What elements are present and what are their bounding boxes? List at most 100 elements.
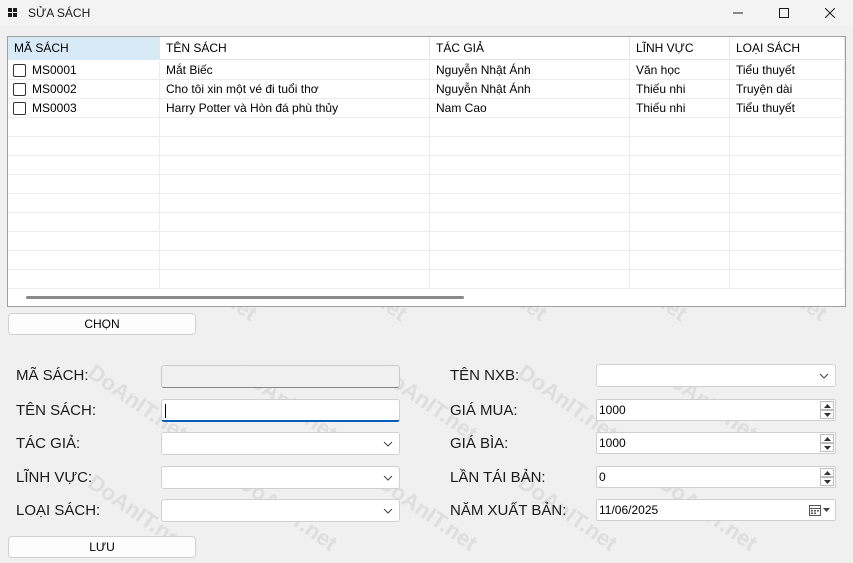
cell-loai-sach[interactable] [730,232,845,251]
close-button[interactable] [807,0,853,26]
cell-tac-gia[interactable] [430,194,630,213]
column-header-ten-sach[interactable]: TÊN SÁCH [160,37,430,60]
cell-tac-gia[interactable] [430,118,630,137]
cell-linh-vuc[interactable] [630,232,730,251]
scrollbar-thumb[interactable] [26,296,464,299]
ten-sach-field[interactable] [161,399,400,422]
table-row[interactable] [8,194,845,213]
table-row[interactable] [8,270,845,289]
cell-ma-sach[interactable]: MS0001 [8,61,160,80]
horizontal-scrollbar[interactable] [8,289,845,306]
cell-linh-vuc[interactable]: Văn học [630,61,730,80]
cell-ma-sach[interactable]: MS0002 [8,80,160,99]
save-button[interactable]: LƯU [8,536,196,558]
select-button[interactable]: CHỌN [8,313,196,335]
row-checkbox[interactable] [13,102,26,115]
table-row[interactable] [8,156,845,175]
column-header-ma-sach[interactable]: MÃ SÁCH [8,37,160,60]
table-row[interactable] [8,251,845,270]
cell-tac-gia[interactable] [430,270,630,289]
cell-ten-sach[interactable] [160,213,430,232]
table-row[interactable] [8,118,845,137]
cell-linh-vuc[interactable]: Thiếu nhi [630,80,730,99]
cell-tac-gia[interactable] [430,232,630,251]
cell-ten-sach[interactable] [160,194,430,213]
spin-down-button[interactable] [820,477,834,486]
spin-up-button[interactable] [820,468,834,477]
table-row[interactable] [8,232,845,251]
cell-ten-sach[interactable]: Harry Potter và Hòn đá phù thủy [160,99,430,118]
books-grid[interactable]: MÃ SÁCH TÊN SÁCH TÁC GIẢ LĨNH VỰC LOẠI S… [7,36,846,307]
cell-ma-sach[interactable] [8,213,160,232]
cell-linh-vuc[interactable] [630,118,730,137]
cell-linh-vuc[interactable] [630,156,730,175]
cell-loai-sach[interactable] [730,270,845,289]
cell-linh-vuc[interactable] [630,137,730,156]
spin-down-button[interactable] [820,410,834,419]
cell-loai-sach[interactable] [730,175,845,194]
cell-ma-sach[interactable] [8,270,160,289]
cell-loai-sach[interactable]: Tiểu thuyết [730,99,845,118]
cell-tac-gia[interactable] [430,251,630,270]
table-row[interactable]: MS0003 Harry Potter và Hòn đá phù thủy Nam… [8,99,845,118]
tac-gia-combobox[interactable] [161,432,400,455]
column-header-tac-gia[interactable]: TÁC GIẢ [430,37,630,60]
cell-linh-vuc[interactable] [630,251,730,270]
loai-sach-combobox[interactable] [161,499,400,522]
cell-ten-sach[interactable] [160,175,430,194]
column-header-linh-vuc[interactable]: LĨNH VỰC [630,37,730,60]
cell-ten-sach[interactable] [160,137,430,156]
table-row[interactable] [8,137,845,156]
column-header-loai-sach[interactable]: LOẠI SÁCH [730,37,845,60]
cell-tac-gia[interactable]: Nguyễn Nhật Ánh [430,61,630,80]
row-checkbox[interactable] [13,64,26,77]
cell-ten-sach[interactable] [160,156,430,175]
cell-ma-sach[interactable] [8,194,160,213]
nam-xuat-ban-datepicker[interactable]: 11/06/2025 [596,499,836,521]
spin-down-button[interactable] [820,443,834,452]
cell-ten-sach[interactable] [160,270,430,289]
cell-loai-sach[interactable] [730,137,845,156]
cell-ten-sach[interactable] [160,251,430,270]
cell-ma-sach[interactable]: MS0003 [8,99,160,118]
cell-linh-vuc[interactable] [630,213,730,232]
cell-loai-sach[interactable] [730,213,845,232]
table-row[interactable] [8,175,845,194]
gia-mua-numeric[interactable]: 1000 [596,399,836,421]
cell-ma-sach[interactable] [8,232,160,251]
gia-bia-spinner[interactable] [820,434,834,452]
cell-linh-vuc[interactable] [630,175,730,194]
spin-up-button[interactable] [820,434,834,443]
cell-ma-sach[interactable] [8,156,160,175]
table-row[interactable]: MS0001 Mắt Biếc Nguyễn Nhật Ánh Văn học Tiểu… [8,61,845,80]
cell-ten-sach[interactable]: Cho tôi xin một vé đi tuổi thơ [160,80,430,99]
cell-ma-sach[interactable] [8,118,160,137]
cell-tac-gia[interactable] [430,137,630,156]
cell-ten-sach[interactable] [160,232,430,251]
cell-linh-vuc[interactable] [630,270,730,289]
row-checkbox[interactable] [13,83,26,96]
maximize-button[interactable] [761,0,807,26]
minimize-button[interactable] [715,0,761,26]
spin-up-button[interactable] [820,401,834,410]
linh-vuc-combobox[interactable] [161,466,400,489]
cell-linh-vuc[interactable] [630,194,730,213]
ma-sach-field[interactable] [161,365,400,388]
cell-tac-gia[interactable] [430,156,630,175]
gia-bia-numeric[interactable]: 1000 [596,432,836,454]
cell-loai-sach[interactable]: Tiểu thuyết [730,61,845,80]
cell-ten-sach[interactable] [160,118,430,137]
cell-loai-sach[interactable] [730,118,845,137]
cell-ma-sach[interactable] [8,251,160,270]
cell-ma-sach[interactable] [8,137,160,156]
cell-loai-sach[interactable] [730,194,845,213]
cell-loai-sach[interactable]: Truyện dài [730,80,845,99]
calendar-dropdown-icon[interactable] [809,504,831,516]
cell-loai-sach[interactable] [730,156,845,175]
cell-ten-sach[interactable]: Mắt Biếc [160,61,430,80]
gia-mua-spinner[interactable] [820,401,834,419]
cell-ma-sach[interactable] [8,175,160,194]
ten-nxb-combobox[interactable] [596,364,836,387]
cell-tac-gia[interactable]: Nam Cao [430,99,630,118]
cell-tac-gia[interactable] [430,175,630,194]
